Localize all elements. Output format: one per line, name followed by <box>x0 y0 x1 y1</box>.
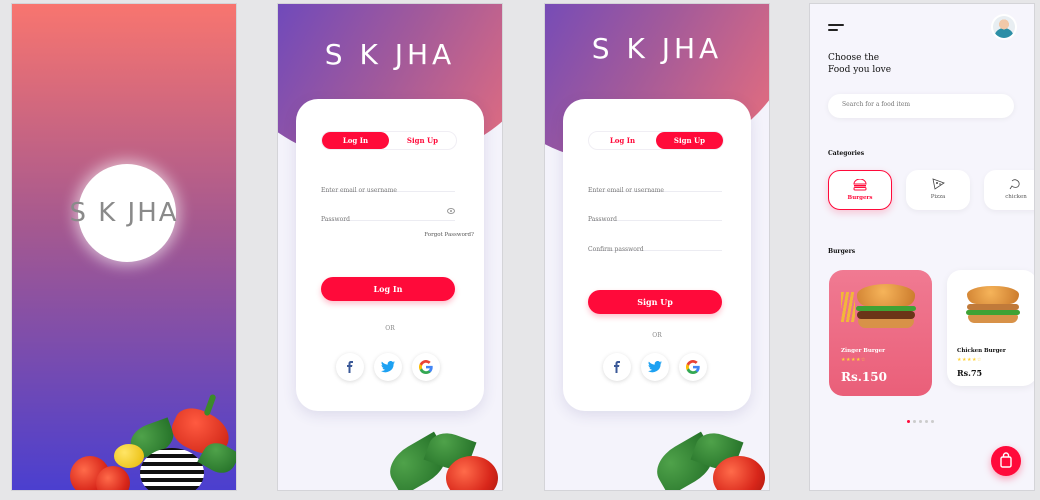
food-price: Rs.150 <box>841 370 887 384</box>
food-card-chicken[interactable]: Chicken Burger ★★★★☆ Rs.75 <box>947 270 1034 386</box>
star-rating: ★★★★☆ <box>957 357 982 363</box>
tab-signup[interactable]: Sign Up <box>389 132 456 149</box>
eye-icon[interactable] <box>447 208 455 214</box>
login-button[interactable]: Log In <box>321 277 455 301</box>
food-card-zinger[interactable]: Zinger Burger ★★★★☆ Rs.150 <box>829 270 932 396</box>
burger-image <box>966 286 1020 326</box>
shopping-bag-icon <box>1000 452 1012 468</box>
menu-icon[interactable] <box>828 22 846 34</box>
password-input[interactable] <box>321 213 441 226</box>
burger-image <box>856 284 916 334</box>
category-burgers[interactable]: Burgers <box>828 170 892 210</box>
food-price: Rs.75 <box>957 368 983 378</box>
chicken-icon <box>984 178 1034 192</box>
email-input[interactable] <box>588 184 708 197</box>
google-icon[interactable] <box>412 353 440 381</box>
home-screen: Choose the Food you love Categories Burg… <box>810 4 1034 490</box>
facebook-icon[interactable] <box>603 353 631 381</box>
tab-login[interactable]: Log In <box>589 132 656 149</box>
google-icon[interactable] <box>679 353 707 381</box>
password-field[interactable] <box>321 206 455 226</box>
tab-login[interactable]: Log In <box>322 132 389 149</box>
or-divider: OR <box>652 332 662 339</box>
password-field[interactable] <box>588 206 722 226</box>
auth-tabs: Log In Sign Up <box>588 131 724 150</box>
burger-icon <box>829 178 891 193</box>
facebook-icon[interactable] <box>336 353 364 381</box>
confirm-password-input[interactable] <box>588 243 708 256</box>
category-chicken[interactable]: chicken <box>984 170 1034 210</box>
signup-card: Log In Sign Up Sign Up OR <box>563 99 751 411</box>
login-card: Log In Sign Up Forgot Password? Log In O… <box>296 99 484 411</box>
signup-screen: S K JHA Log In Sign Up Sign Up OR <box>545 4 769 490</box>
carousel-dot[interactable] <box>919 420 922 423</box>
email-field[interactable] <box>321 177 455 197</box>
splash-screen: S K JHA <box>12 4 236 490</box>
twitter-icon[interactable] <box>374 353 402 381</box>
signup-button[interactable]: Sign Up <box>588 290 722 314</box>
brand-title: S K JHA <box>591 32 723 65</box>
avatar[interactable] <box>993 16 1015 38</box>
carousel-dot[interactable] <box>931 420 934 423</box>
carousel-dot[interactable] <box>907 420 910 423</box>
password-input[interactable] <box>588 213 708 226</box>
carousel-indicator <box>907 420 934 423</box>
carousel-dot[interactable] <box>913 420 916 423</box>
confirm-password-field[interactable] <box>588 236 722 256</box>
tab-signup[interactable]: Sign Up <box>656 132 723 149</box>
search-input[interactable] <box>842 101 1002 108</box>
page-title: Choose the Food you love <box>828 53 892 75</box>
category-pizza[interactable]: Pizza <box>906 170 970 210</box>
or-divider: OR <box>385 325 395 332</box>
pizza-icon <box>906 178 970 192</box>
star-rating: ★★★★☆ <box>841 357 866 363</box>
carousel-dot[interactable] <box>925 420 928 423</box>
email-input[interactable] <box>321 184 441 197</box>
brand-title: S K JHA <box>324 38 456 71</box>
categories-title: Categories <box>828 150 865 157</box>
login-screen: S K JHA Log In Sign Up Forgot Password? … <box>278 4 502 490</box>
auth-tabs: Log In Sign Up <box>321 131 457 150</box>
food-name: Chicken Burger <box>957 348 1006 354</box>
splash-brand: S K JHA <box>69 198 179 228</box>
food-name: Zinger Burger <box>841 348 886 354</box>
fries-image <box>841 292 855 322</box>
cart-button[interactable] <box>991 446 1021 476</box>
forgot-password-link[interactable]: Forgot Password? <box>424 232 474 238</box>
burgers-section-title: Burgers <box>828 248 856 255</box>
search-bar[interactable] <box>828 94 1014 118</box>
twitter-icon[interactable] <box>641 353 669 381</box>
email-field[interactable] <box>588 177 722 197</box>
